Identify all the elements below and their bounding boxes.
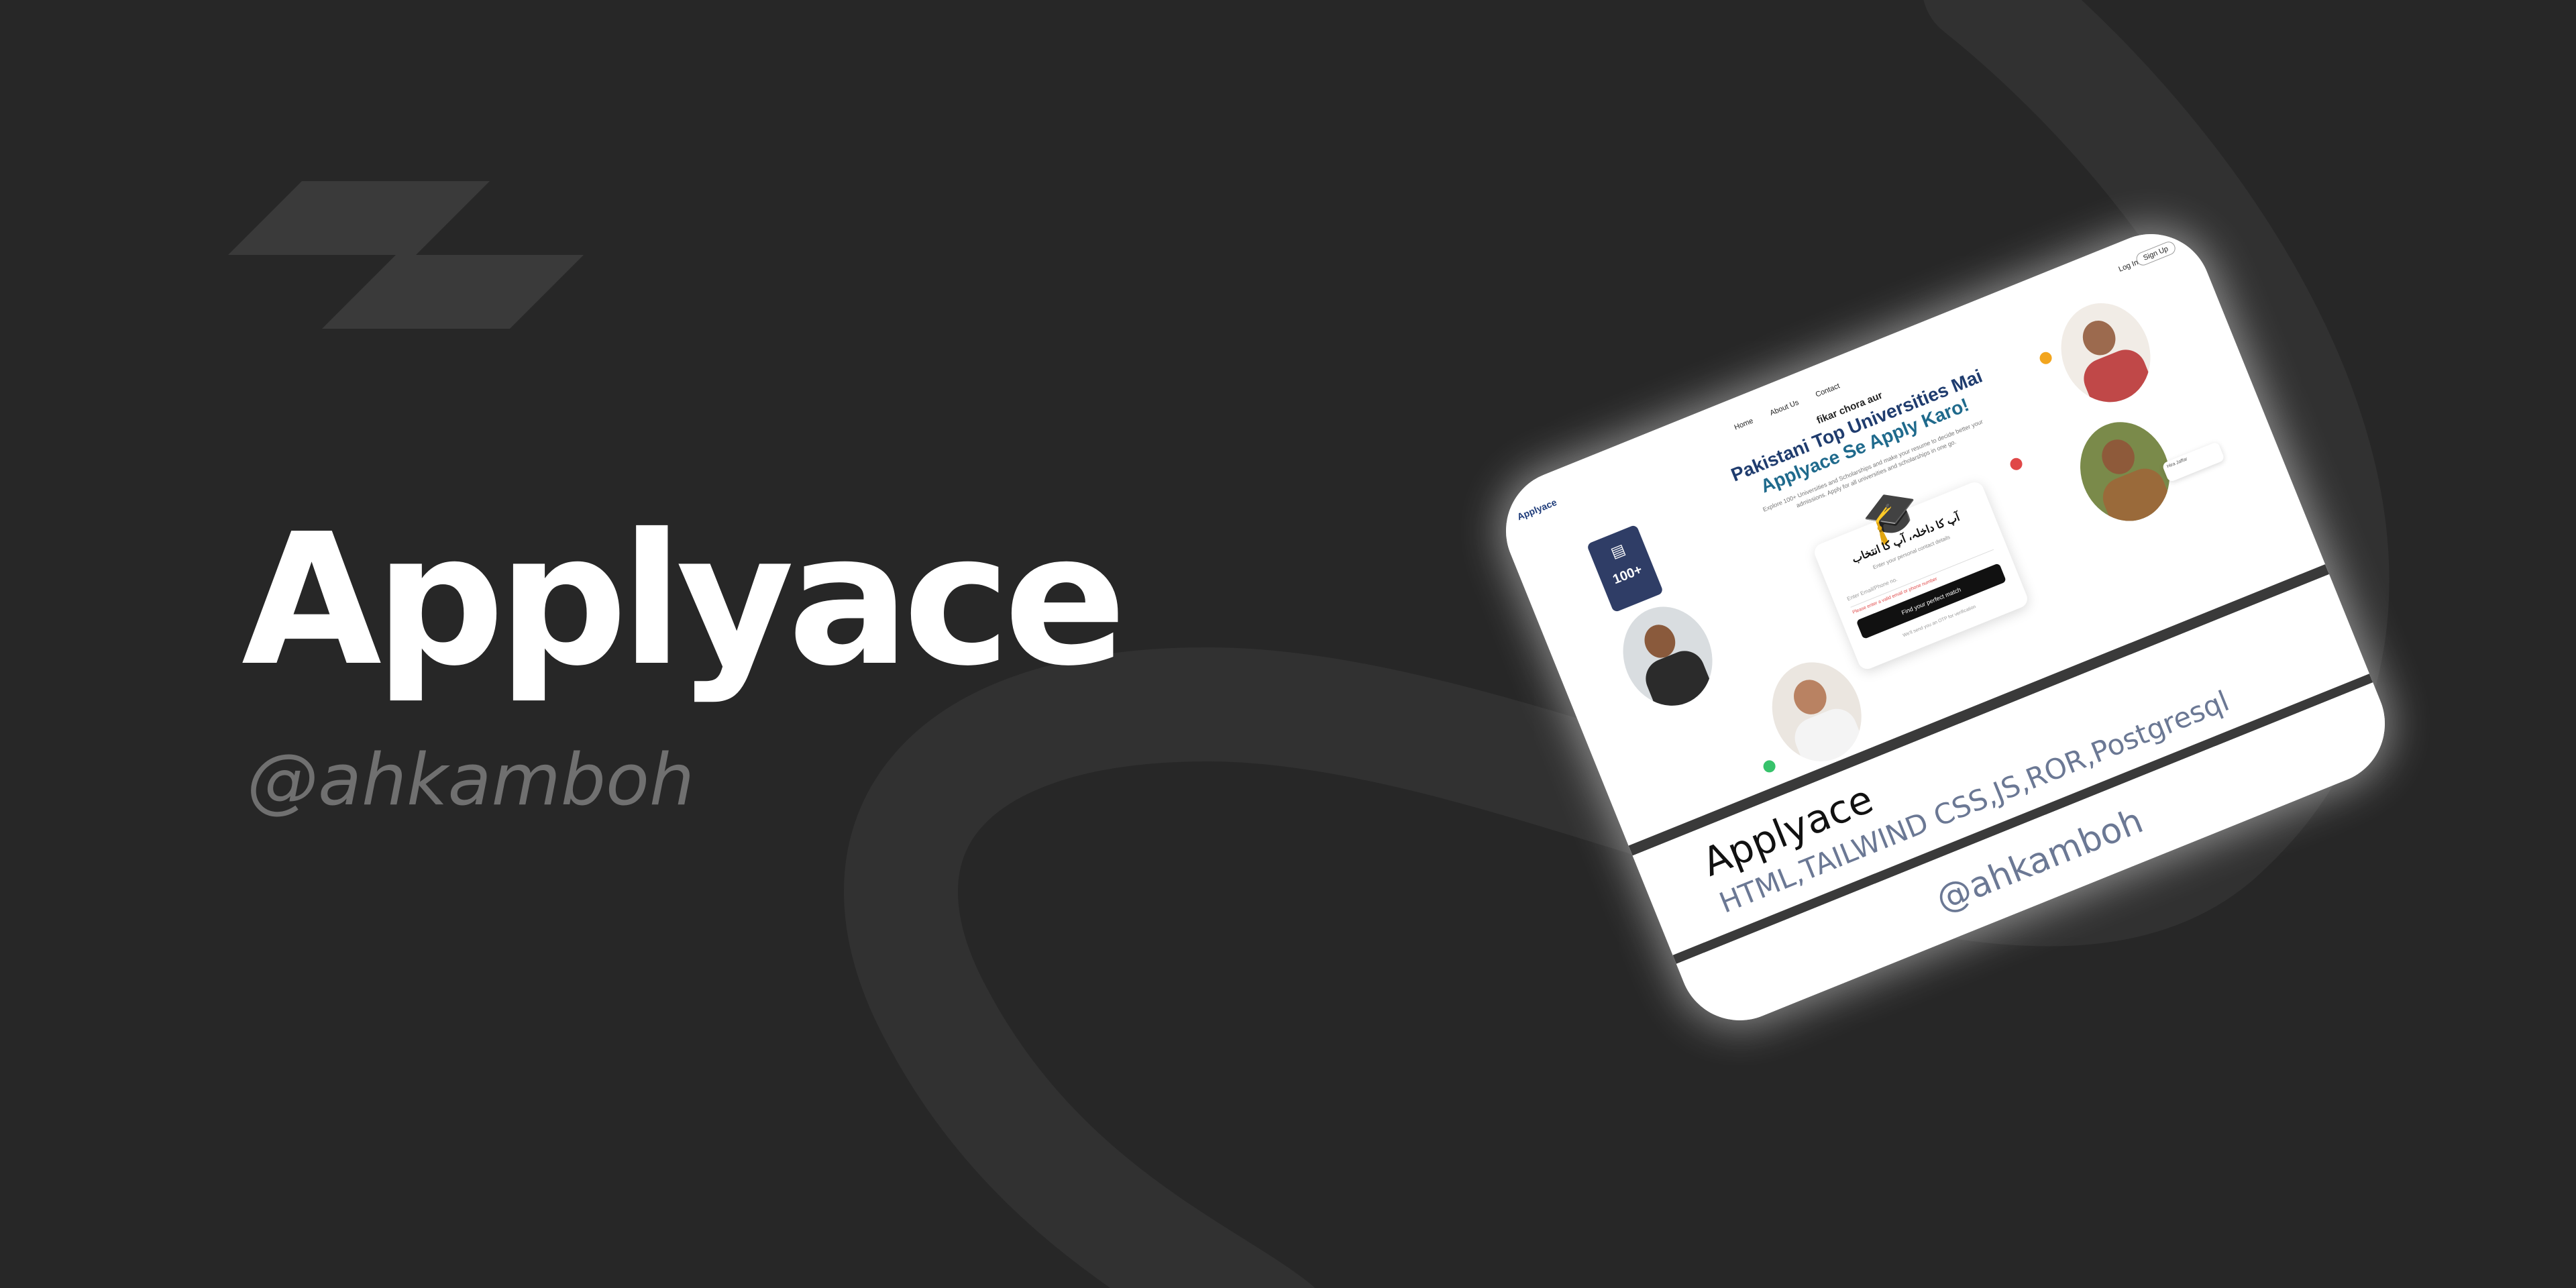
decor-dot-yellow [2037, 350, 2054, 366]
floating-name-tag: Hira Jaffar [2161, 441, 2225, 483]
decor-dot-green [1761, 758, 1778, 775]
signup-button[interactable]: Sign Up [2134, 239, 2178, 268]
nav-link-contact[interactable]: Contact [1815, 382, 1841, 398]
brand-logo-icon [228, 181, 584, 329]
nav-link-about[interactable]: About Us [1769, 398, 1800, 417]
hero-title: Applyace [241, 494, 1126, 706]
student-photo-3 [2046, 289, 2165, 416]
decor-dot-red [2008, 456, 2025, 472]
signup-form: 🎓 آپ کا داخلہ، آپ کا انتخاب Enter your p… [1811, 479, 2031, 672]
universities-badge: ▤ 100+ [1586, 524, 1664, 613]
nav-link-home[interactable]: Home [1733, 417, 1755, 431]
student-photo-1 [1608, 593, 1727, 720]
mockup-brand[interactable]: Applyace [1515, 496, 1558, 522]
hero-handle: @ahkamboh [247, 739, 695, 821]
